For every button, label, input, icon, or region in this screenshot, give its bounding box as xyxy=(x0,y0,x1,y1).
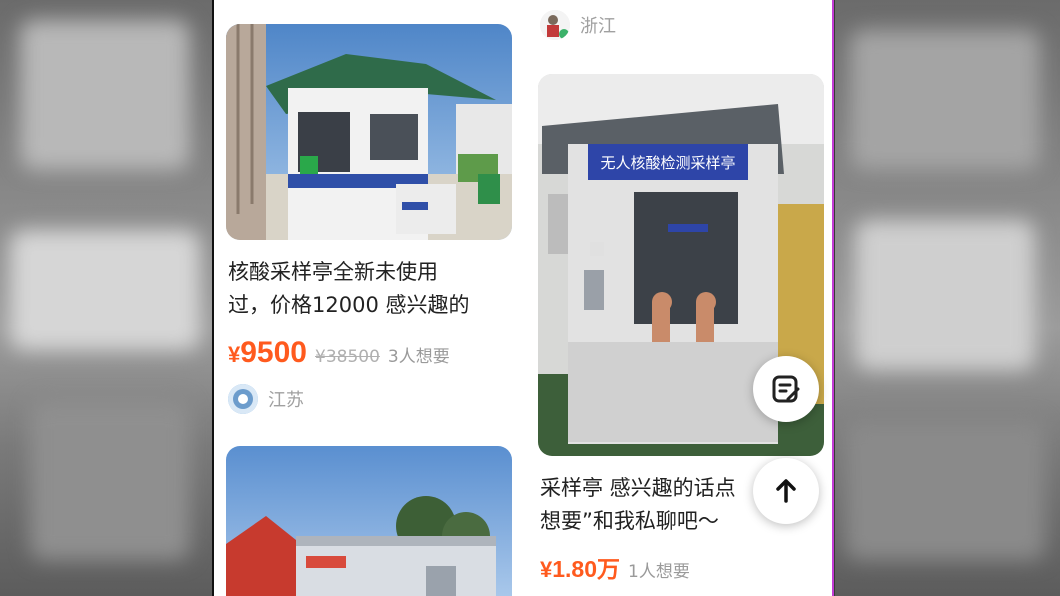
listing-title[interactable]: 核酸采样亭全新未使用 过，价格12000 感兴趣的 xyxy=(228,256,512,322)
avatar[interactable] xyxy=(228,384,258,414)
listing-photo[interactable] xyxy=(226,24,512,240)
blurred-background-right xyxy=(835,0,1060,596)
arrow-up-icon xyxy=(776,479,796,503)
price: 1.80万 xyxy=(552,556,621,582)
want-count: 3人想要 xyxy=(387,347,450,367)
price-row: ¥1.80万 1人想要 xyxy=(540,550,690,584)
price: 9500 xyxy=(240,336,307,369)
listing-photo[interactable] xyxy=(226,446,512,596)
blurred-background-left xyxy=(0,0,212,596)
listing-card[interactable] xyxy=(226,446,514,596)
location-text: 浙江 xyxy=(580,16,616,37)
note-button[interactable] xyxy=(753,356,819,422)
note-edit-icon xyxy=(772,375,800,403)
sampling-booth-image xyxy=(226,24,512,240)
want-count: 1人想要 xyxy=(628,562,690,582)
avatar-icon xyxy=(228,384,258,414)
seller-location[interactable]: 江苏 xyxy=(228,384,304,414)
sampling-booth-image xyxy=(226,446,512,596)
booth-sign-text: 无人核酸检测采样亭 xyxy=(600,154,735,172)
app-screen: 核酸采样亭全新未使用 过，价格12000 感兴趣的 ¥9500 ¥38500 3… xyxy=(212,0,834,596)
back-to-top-button[interactable] xyxy=(753,458,819,524)
avatar[interactable] xyxy=(540,10,570,40)
listing-card[interactable]: 核酸采样亭全新未使用 过，价格12000 感兴趣的 ¥9500 ¥38500 3… xyxy=(226,24,514,424)
currency-symbol: ¥ xyxy=(540,557,553,582)
original-price: ¥38500 xyxy=(315,347,380,367)
price-row: ¥9500 ¥38500 3人想要 xyxy=(228,336,450,370)
seller-location[interactable]: 浙江 xyxy=(540,10,616,40)
currency-symbol: ¥ xyxy=(228,342,241,367)
avatar-icon xyxy=(540,10,570,40)
location-text: 江苏 xyxy=(268,390,304,411)
